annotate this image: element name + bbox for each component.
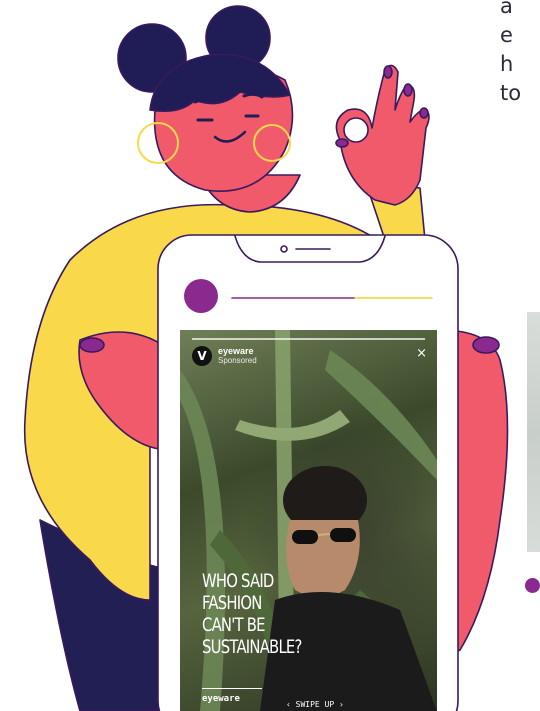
headline-line: WHO SAID	[202, 570, 274, 592]
swipe-up-link[interactable]: ‹ SWIPE UP ›	[286, 700, 344, 709]
right-hand-nail	[472, 336, 500, 354]
close-icon[interactable]: ×	[416, 346, 427, 361]
phone-avatar	[184, 279, 218, 313]
carousel-next-image[interactable]	[527, 312, 540, 552]
brand-logo[interactable]: V	[192, 346, 212, 366]
headline-line: CAN'T BE	[202, 614, 265, 636]
story-progress	[192, 338, 425, 340]
side-paragraph: a e h to	[500, 0, 540, 108]
brand-name[interactable]: eyeware	[218, 346, 257, 356]
paragraph-line: e	[500, 23, 513, 47]
paragraph-line: to	[500, 81, 522, 105]
paragraph-line: h	[500, 52, 514, 76]
footer-brand: eyeware	[202, 694, 240, 704]
story-header: V eyeware Sponsored	[192, 346, 257, 366]
ok-nail-4	[335, 138, 349, 148]
sponsored-label: Sponsored	[218, 356, 257, 365]
phone-speaker-dot	[280, 245, 288, 253]
arm-nail	[79, 337, 105, 353]
paragraph-line: a	[500, 0, 513, 18]
footer-divider	[202, 688, 262, 689]
ok-ring	[343, 117, 369, 143]
ad-headline: WHO SAID FASHION CAN'T BE SUSTAINABLE?	[202, 570, 335, 658]
headline-line: SUSTAINABLE?	[202, 636, 302, 658]
headline-line: FASHION	[202, 592, 262, 614]
ok-nail-3	[419, 107, 429, 119]
carousel-indicator[interactable]	[525, 578, 540, 593]
ok-nail-1	[383, 65, 393, 79]
story-ad[interactable]: V eyeware Sponsored × WHO SAID FASHION C…	[180, 330, 437, 711]
ok-nail-2	[403, 83, 413, 97]
